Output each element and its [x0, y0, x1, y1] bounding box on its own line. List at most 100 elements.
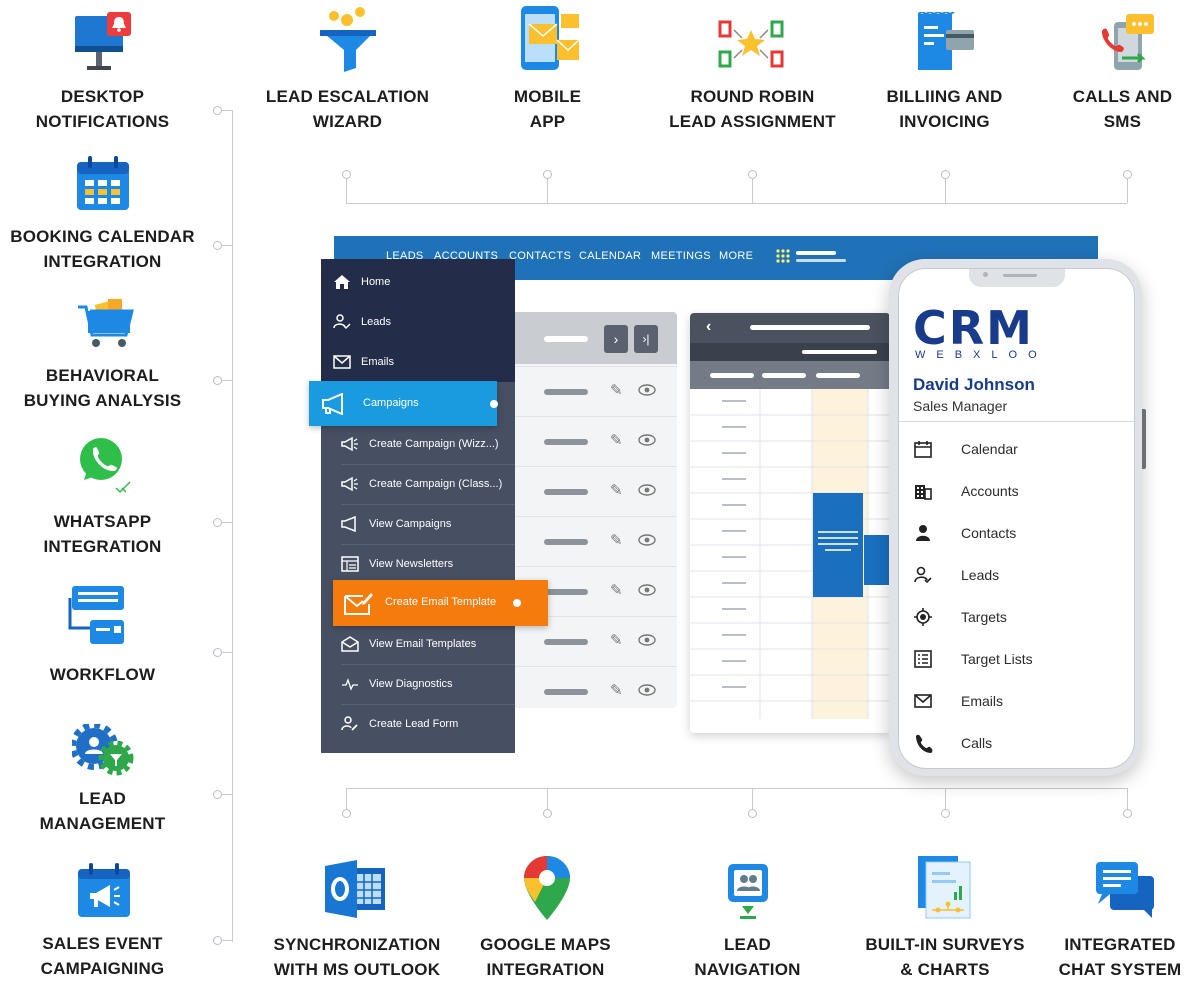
chat-icon	[1094, 860, 1156, 920]
sidebar-item-view-email-templates[interactable]: View Email Templates	[321, 625, 515, 664]
shopping-cart-icon	[78, 297, 134, 351]
sidebar-item-view-diagnostics[interactable]: View Diagnostics	[321, 665, 515, 704]
sidebar-item-create-lead-form[interactable]: Create Lead Form	[321, 705, 515, 744]
map-pin-icon	[524, 856, 570, 922]
list-item[interactable]: ✎	[500, 516, 677, 567]
last-page-button[interactable]: ›|	[634, 325, 658, 353]
desktop-notification-icon	[73, 12, 133, 74]
phone-menu-calendar[interactable]: Calendar	[913, 435, 1123, 465]
edit-icon[interactable]: ✎	[610, 581, 623, 599]
nav-contacts[interactable]: CONTACTS	[509, 250, 571, 262]
view-icon[interactable]	[638, 383, 656, 401]
phone-menu-target-lists[interactable]: Target Lists	[913, 645, 1123, 675]
mobile-envelope-icon	[517, 4, 581, 74]
feature-integrated-chat: INTEGRATED CHAT SYSTEM	[1058, 935, 1182, 979]
view-icon[interactable]	[638, 533, 656, 551]
phone-icon	[913, 733, 935, 753]
funnel-icon	[320, 6, 378, 72]
edit-icon[interactable]: ✎	[610, 431, 623, 449]
sidebar-item-leads[interactable]: Leads	[321, 303, 515, 342]
list-item[interactable]: ✎	[500, 466, 677, 517]
edit-icon[interactable]: ✎	[610, 531, 623, 549]
sidebar-item-campaigns[interactable]: Campaigns	[309, 381, 498, 426]
megaphone-icon	[321, 392, 347, 418]
user-name: David Johnson	[913, 375, 1035, 394]
crm-logo-sub: WEBXLOO	[915, 349, 1048, 361]
edit-icon[interactable]: ✎	[610, 631, 623, 649]
sidebar-item-view-newsletters[interactable]: View Newsletters	[321, 545, 515, 584]
envelope-icon	[333, 354, 351, 370]
view-icon[interactable]	[638, 483, 656, 501]
lead-navigation-icon	[726, 862, 770, 920]
edit-icon[interactable]: ✎	[610, 681, 623, 699]
view-icon[interactable]	[638, 433, 656, 451]
whatsapp-icon	[78, 436, 136, 494]
feature-ms-outlook: SYNCHRONIZATION WITH MS OUTLOOK	[273, 935, 441, 979]
calendar-icon	[913, 439, 935, 459]
feature-desktop-notifications: DESKTOP NOTIFICATIONS	[35, 87, 170, 131]
feature-surveys-charts: BUILT-IN SURVEYS & CHARTS	[865, 935, 1025, 979]
invoice-icon	[917, 10, 976, 72]
sidebar-item-home[interactable]: Home	[321, 263, 515, 302]
camera-dot	[983, 272, 988, 277]
nav-meetings[interactable]: MEETINGS	[651, 250, 711, 262]
feature-calls-sms: CALLS AND SMS	[1072, 87, 1173, 131]
sidebar-item-view-campaigns[interactable]: View Campaigns	[321, 505, 515, 544]
feature-booking-calendar: BOOKING CALENDAR INTEGRATION	[10, 227, 195, 271]
sidebar-item-create-email-template[interactable]: Create Email Template	[333, 580, 548, 626]
nav-more[interactable]: MORE	[719, 250, 753, 262]
feature-sales-event: SALES EVENT CAMPAIGNING	[40, 934, 165, 978]
active-indicator-dot	[490, 400, 498, 408]
view-icon[interactable]	[638, 633, 656, 651]
edit-icon[interactable]: ✎	[610, 381, 623, 399]
envelope-icon	[913, 691, 935, 711]
phone-mockup: CRM WEBXLOO David Johnson Sales Manager …	[889, 259, 1146, 776]
list-pagination-header: › ›|	[500, 312, 677, 364]
phone-menu-calls[interactable]: Calls	[913, 729, 1123, 759]
phone-menu-accounts[interactable]: Accounts	[913, 477, 1123, 507]
building-icon	[913, 481, 935, 501]
phone-menu-targets[interactable]: Targets	[913, 603, 1123, 633]
nav-calendar[interactable]: CALENDAR	[579, 250, 641, 262]
list-item[interactable]: ✎	[500, 366, 677, 417]
megaphone-icon	[341, 515, 359, 533]
grid-menu-icon[interactable]	[776, 249, 846, 272]
open-envelope-icon	[341, 636, 359, 652]
feature-lead-management: LEAD MANAGEMENT	[39, 789, 166, 833]
home-icon	[333, 274, 351, 290]
person-icon	[913, 523, 935, 543]
view-icon[interactable]	[638, 583, 656, 601]
sidebar-item-create-campaign-classic[interactable]: Create Campaign (Class...)	[321, 465, 515, 504]
list-item[interactable]: ✎	[500, 666, 677, 717]
view-icon[interactable]	[638, 683, 656, 701]
feature-mobile-app: MOBILE APP	[513, 87, 582, 131]
list-item[interactable]: ✎	[500, 416, 677, 467]
page-indicator	[544, 336, 588, 342]
sidebar-item-emails[interactable]: Emails	[321, 343, 515, 382]
calendar-grid: ‹	[690, 313, 890, 733]
next-page-button[interactable]: ›	[604, 325, 628, 353]
survey-chart-icon	[918, 856, 974, 920]
phone-menu-leads[interactable]: Leads	[913, 561, 1123, 591]
target-icon	[913, 607, 935, 627]
lead-form-icon	[341, 716, 359, 732]
calendar-event[interactable]	[813, 493, 863, 597]
crm-logo: CRM	[913, 301, 1034, 355]
newsletter-icon	[341, 556, 359, 572]
phone-menu-emails[interactable]: Emails	[913, 687, 1123, 717]
feature-workflow: WORKFLOW	[49, 665, 156, 684]
sidebar-item-create-campaign-wizard[interactable]: Create Campaign (Wizz...)	[321, 425, 515, 464]
envelope-edit-icon	[343, 590, 373, 619]
list-icon	[913, 649, 935, 669]
divider	[899, 421, 1134, 422]
phone-menu-contacts[interactable]: Contacts	[913, 519, 1123, 549]
outlook-icon	[325, 860, 387, 918]
calendar-event[interactable]	[864, 535, 890, 585]
megaphone-calendar-icon	[76, 863, 132, 919]
edit-icon[interactable]: ✎	[610, 481, 623, 499]
speaker-grille	[1003, 274, 1037, 277]
prev-week-button[interactable]: ‹	[706, 318, 711, 336]
round-robin-icon	[718, 16, 784, 72]
calendar-icon	[75, 156, 131, 212]
lead-user-icon	[333, 314, 351, 330]
